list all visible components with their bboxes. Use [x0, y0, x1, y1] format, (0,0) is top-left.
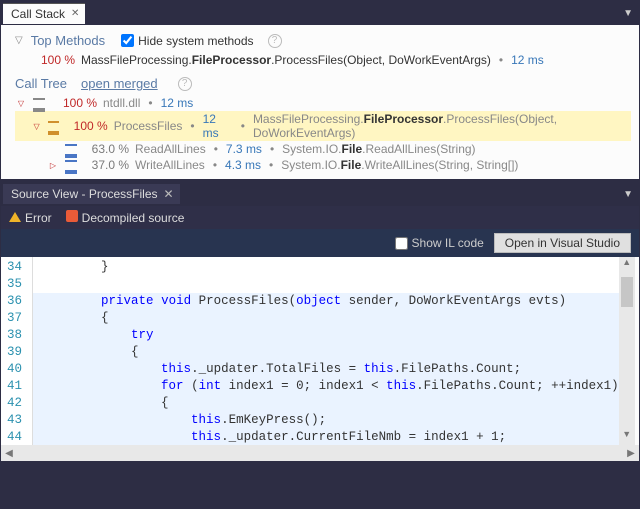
- panel-menu-icon[interactable]: ▼: [617, 189, 639, 200]
- help-icon[interactable]: ?: [268, 34, 282, 48]
- section-title-text: Call Tree: [15, 76, 67, 91]
- line-number-gutter: 3435363738394041424344: [1, 257, 33, 445]
- line-number: 42: [7, 395, 22, 412]
- code-line: for (int index1 = 0; index1 < this.FileP…: [33, 378, 619, 395]
- time-value: 4.3 ms: [225, 158, 261, 172]
- percent-value: 100 %: [67, 119, 108, 133]
- scrollbar-thumb[interactable]: [621, 277, 633, 307]
- source-status-bar: Error Decompiled source: [1, 206, 639, 229]
- line-number: 38: [7, 327, 22, 344]
- open-in-visual-studio-button[interactable]: Open in Visual Studio: [494, 233, 631, 253]
- source-view-panel: Source View - ProcessFiles ✕ ▼ Error Dec…: [0, 182, 640, 462]
- warning-icon: [9, 212, 21, 222]
- call-tree-row[interactable]: ▽100 %ntdll.dll•12 ms: [15, 95, 631, 111]
- scroll-right-icon[interactable]: ▶: [623, 448, 639, 459]
- code-line: }: [33, 259, 619, 276]
- close-icon[interactable]: ✕: [164, 187, 174, 201]
- hide-system-label: Hide system methods: [138, 34, 253, 48]
- tab-label: Call Stack: [11, 7, 65, 21]
- close-icon[interactable]: ✕: [71, 8, 79, 19]
- open-merged-link[interactable]: open merged: [81, 76, 158, 91]
- collapse-icon[interactable]: ▽: [31, 122, 42, 131]
- stack-frame-icon: [65, 144, 77, 154]
- top-method-row[interactable]: 100 % MassFileProcessing.FileProcessor.P…: [15, 52, 631, 68]
- scroll-left-icon[interactable]: ◀: [1, 448, 17, 459]
- method-name: WriteAllLines: [135, 158, 205, 172]
- call-tree-row[interactable]: ▽100 %ProcessFiles•12 ms•MassFileProcess…: [15, 111, 631, 141]
- code-line: this._updater.TotalFiles = this.FilePath…: [33, 361, 619, 378]
- call-stack-panel: Call Stack ✕ ▼ ▽ Top Methods Hide system…: [0, 0, 640, 180]
- percent-value: 100 %: [53, 96, 97, 110]
- line-number: 43: [7, 412, 22, 429]
- decompiled-source-indicator[interactable]: Decompiled source: [66, 210, 185, 225]
- horizontal-scrollbar[interactable]: ◀ ▶: [1, 445, 639, 461]
- line-number: 40: [7, 361, 22, 378]
- time-value: 12 ms: [203, 112, 233, 140]
- hide-system-checkbox-input[interactable]: [121, 34, 134, 47]
- method-name: ReadAllLines: [135, 142, 206, 156]
- hide-system-methods-checkbox[interactable]: Hide system methods: [121, 34, 253, 48]
- show-il-checkbox[interactable]: Show IL code: [395, 236, 484, 250]
- scroll-up-icon[interactable]: ▲: [619, 257, 635, 273]
- method-signature: System.IO.File.WriteAllLines(String, Str…: [281, 158, 518, 172]
- collapse-icon[interactable]: ▽: [15, 99, 27, 108]
- stack-frame-icon: [48, 121, 59, 131]
- method-name: ProcessFiles: [114, 119, 183, 133]
- code-line: {: [33, 344, 619, 361]
- time-value: 12 ms: [161, 96, 194, 110]
- code-editor: 3435363738394041424344 } private void Pr…: [1, 257, 639, 445]
- stack-frame-icon: [33, 98, 45, 108]
- line-number: 34: [7, 259, 22, 276]
- method-name: ntdll.dll: [103, 96, 140, 110]
- tab-call-stack[interactable]: Call Stack ✕: [3, 3, 85, 24]
- panel-menu-icon[interactable]: ▼: [617, 8, 639, 19]
- call-stack-tabbar: Call Stack ✕ ▼: [1, 1, 639, 25]
- method-signature: MassFileProcessing.FileProcessor.Process…: [253, 112, 631, 140]
- line-number: 37: [7, 310, 22, 327]
- vertical-scrollbar[interactable]: ▲ ▼: [619, 257, 635, 445]
- call-tree: ▽100 %ntdll.dll•12 ms▽100 %ProcessFiles•…: [15, 95, 631, 173]
- source-toolbar: Show IL code Open in Visual Studio: [1, 229, 639, 257]
- top-methods-header[interactable]: ▽ Top Methods Hide system methods ?: [15, 29, 631, 52]
- method-signature: System.IO.File.ReadAllLines(String): [282, 142, 475, 156]
- code-line: {: [33, 310, 619, 327]
- line-number: 44: [7, 429, 22, 445]
- stack-frame-icon: [65, 160, 77, 170]
- chevron-down-icon: ▽: [15, 35, 23, 46]
- source-view-tabbar: Source View - ProcessFiles ✕ ▼: [1, 182, 639, 206]
- help-icon[interactable]: ?: [178, 77, 192, 91]
- percent-value: 63.0 %: [85, 142, 129, 156]
- percent-value: 100 %: [31, 53, 75, 67]
- code-line: [33, 276, 619, 293]
- line-number: 41: [7, 378, 22, 395]
- code-line: try: [33, 327, 619, 344]
- show-il-input[interactable]: [395, 237, 408, 250]
- section-title-text: Top Methods: [31, 33, 105, 48]
- decompiled-icon: [66, 210, 78, 222]
- code-line: {: [33, 395, 619, 412]
- scroll-down-icon[interactable]: ▼: [619, 429, 635, 445]
- time-value: 12 ms: [511, 53, 544, 67]
- line-number: 36: [7, 293, 22, 310]
- method-signature: MassFileProcessing.FileProcessor.Process…: [81, 53, 491, 67]
- time-value: 7.3 ms: [226, 142, 262, 156]
- expand-icon[interactable]: ▷: [47, 161, 59, 170]
- tab-source-view[interactable]: Source View - ProcessFiles ✕: [3, 184, 180, 204]
- error-indicator[interactable]: Error: [9, 211, 52, 225]
- code-area[interactable]: } private void ProcessFiles(object sende…: [33, 257, 619, 445]
- call-tree-row[interactable]: 63.0 %ReadAllLines•7.3 ms•System.IO.File…: [15, 141, 631, 157]
- code-line: this.EmKeyPress();: [33, 412, 619, 429]
- code-line: private void ProcessFiles(object sender,…: [33, 293, 619, 310]
- call-tree-header: Call Tree open merged ?: [15, 68, 631, 95]
- code-line: this._updater.CurrentFileNmb = index1 + …: [33, 429, 619, 445]
- percent-value: 37.0 %: [85, 158, 129, 172]
- line-number: 35: [7, 276, 22, 293]
- call-tree-row[interactable]: ▷37.0 %WriteAllLines•4.3 ms•System.IO.Fi…: [15, 157, 631, 173]
- tab-label: Source View - ProcessFiles: [11, 187, 158, 201]
- line-number: 39: [7, 344, 22, 361]
